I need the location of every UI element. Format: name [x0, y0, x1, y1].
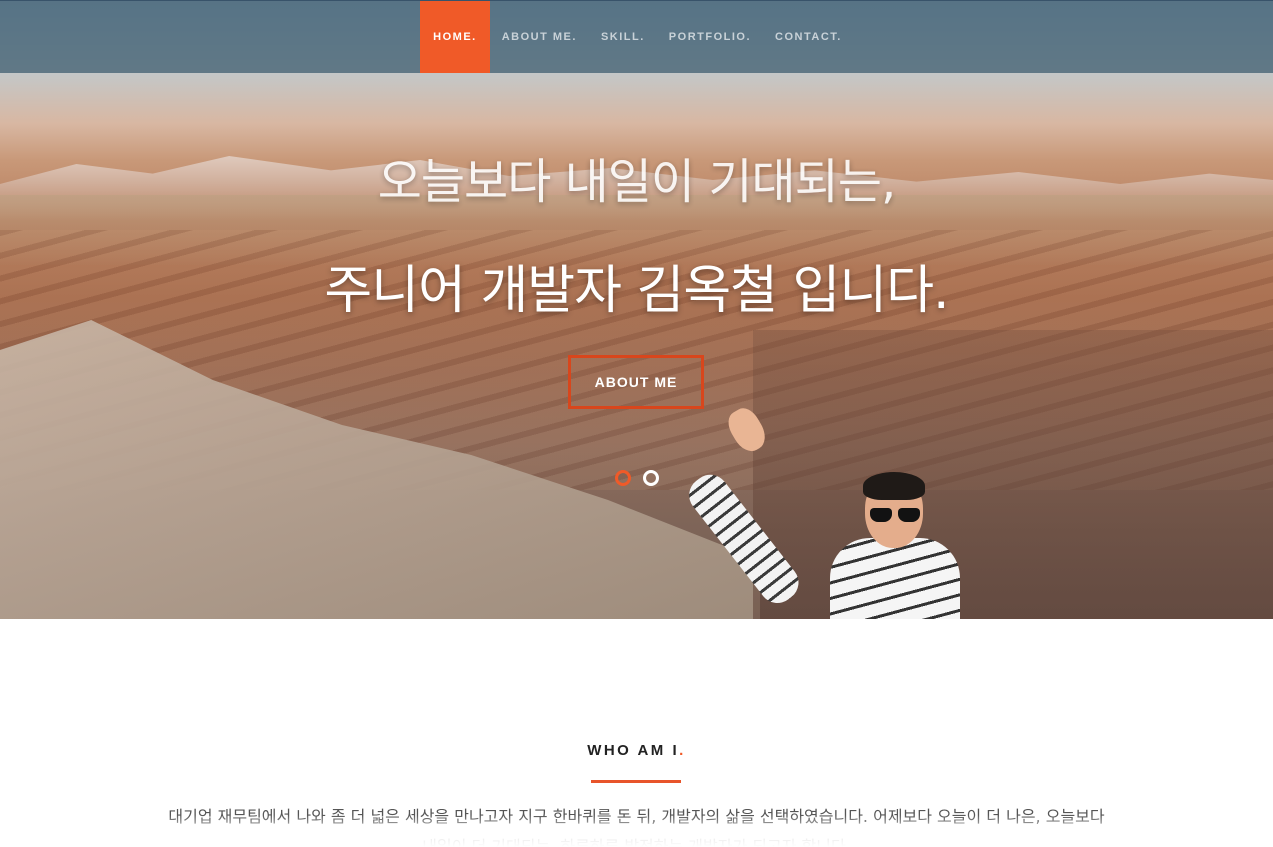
carousel-indicators: [0, 470, 1273, 486]
carousel-dot-2[interactable]: [642, 470, 659, 486]
about-section-title: WHO AM I.: [0, 742, 1273, 759]
hero-section: 오늘보다 내일이 기대되는, 주니어 개발자 김옥철 입니다. ABOUT ME: [0, 0, 1273, 619]
person-torso: [830, 538, 960, 619]
about-title-underline: [591, 780, 681, 783]
hero-person-photo: [681, 403, 960, 619]
about-me-button[interactable]: ABOUT ME: [568, 355, 704, 409]
nav-contact[interactable]: CONTACT.: [763, 1, 854, 73]
about-description: 대기업 재무팀에서 나와 좀 더 넓은 세상을 만나고자 지구 한바퀴를 돈 뒤…: [168, 807, 1105, 847]
page: 오늘보다 내일이 기대되는, 주니어 개발자 김옥철 입니다. ABOUT ME…: [0, 0, 1273, 847]
sunglasses: [870, 508, 920, 524]
person-hand: [723, 403, 771, 457]
hero-headline-line-2: 주니어 개발자 김옥철 입니다.: [324, 261, 949, 321]
top-navigation: HOME. ABOUT ME. SKILL. PORTFOLIO. CONTAC…: [0, 0, 1273, 73]
carousel-dot-1[interactable]: [614, 470, 631, 486]
about-title-text: WHO AM I: [587, 742, 680, 759]
nav-home[interactable]: HOME.: [420, 1, 490, 73]
hero-headline-line-1: 오늘보다 내일이 기대되는,: [377, 154, 897, 210]
about-title-accent: .: [679, 742, 686, 759]
nav-skill[interactable]: SKILL.: [589, 1, 657, 73]
nav-about-me[interactable]: ABOUT ME.: [490, 1, 589, 73]
nav-portfolio[interactable]: PORTFOLIO.: [657, 1, 763, 73]
